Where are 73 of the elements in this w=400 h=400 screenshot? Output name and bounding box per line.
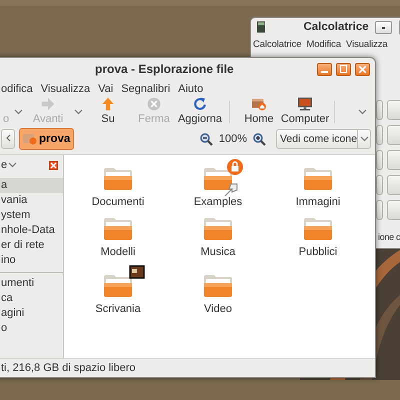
- toolbar-button[interactable]: Su: [85, 97, 131, 127]
- path-button[interactable]: prova: [19, 128, 74, 150]
- window-title: Calcolatrice: [303, 21, 369, 33]
- overflow-chevron-icon: [358, 109, 366, 115]
- menu-item[interactable]: Visualizza: [40, 82, 90, 94]
- calculator-key[interactable]: [376, 125, 383, 145]
- close-button[interactable]: [355, 62, 370, 76]
- folder-icon: [303, 167, 333, 191]
- folder-icon: [203, 167, 233, 191]
- chevron-down-icon: [8, 162, 18, 168]
- chevron-down-icon: [14, 109, 22, 115]
- minimize-button[interactable]: [317, 62, 332, 76]
- status-text: ione c: [378, 232, 400, 242]
- status-text: ti, 216,8 GB di spazio libero: [1, 362, 136, 374]
- file-name[interactable]: Immagini: [296, 196, 340, 208]
- toolbar-button[interactable]: Computer: [282, 97, 328, 127]
- menu-item[interactable]: odifica: [1, 82, 33, 94]
- sidebar-item[interactable]: er di rete: [0, 238, 63, 253]
- sidebar-title[interactable]: e: [1, 159, 8, 171]
- menu-item[interactable]: Modifica: [306, 39, 342, 50]
- calculator-key[interactable]: [376, 200, 383, 220]
- calculator-icon: [257, 21, 266, 33]
- folder-icon: [203, 217, 233, 241]
- menu-item[interactable]: Segnalibri: [121, 82, 170, 94]
- sidebar-item[interactable]: ca: [0, 291, 63, 306]
- file-name[interactable]: Video: [204, 303, 232, 315]
- sidebar-item[interactable]: o: [0, 321, 63, 336]
- chevron-left-icon: [6, 134, 10, 142]
- sidebar-item[interactable]: vania: [0, 193, 63, 208]
- calculator-key[interactable]: [376, 175, 383, 195]
- chevron-down-icon: [360, 136, 369, 142]
- close-icon: [359, 66, 366, 72]
- file-name[interactable]: Documenti: [92, 196, 144, 208]
- chevron-down-icon: [74, 109, 82, 115]
- view-dropdown[interactable]: Vedi come icone: [276, 129, 371, 149]
- zoom-level: 100%: [218, 133, 247, 145]
- file-name[interactable]: Musica: [200, 246, 236, 258]
- lock-icon: [227, 159, 243, 175]
- minimize-button[interactable]: [374, 20, 392, 34]
- toolbar-button[interactable]: Home: [236, 97, 282, 127]
- folder-icon: [103, 217, 133, 241]
- link-arrow-icon: [224, 183, 238, 197]
- maximize-button[interactable]: [336, 62, 351, 76]
- sidebar-item[interactable]: nhole-Data: [0, 223, 63, 238]
- maximize-icon: [340, 65, 347, 73]
- toolbar-button[interactable]: Aggiorna: [177, 97, 223, 127]
- sidebar-item[interactable]: ystem: [0, 208, 63, 223]
- calculator-key[interactable]: [376, 100, 383, 120]
- menu-item[interactable]: Calcolatrice: [253, 39, 302, 50]
- sidebar-item[interactable]: ino: [0, 253, 63, 268]
- file-name[interactable]: Modelli: [100, 246, 136, 258]
- sidebar-item[interactable]: umenti: [0, 276, 63, 291]
- close-button[interactable]: [49, 160, 58, 170]
- zoom-out-icon[interactable]: [200, 132, 213, 146]
- calculator-key[interactable]: [376, 150, 383, 170]
- file-name[interactable]: Scrivania: [95, 303, 141, 315]
- file-name[interactable]: Examples: [194, 196, 242, 208]
- menu-item[interactable]: Vai: [98, 82, 114, 94]
- menu-item[interactable]: Visualizza: [346, 39, 388, 50]
- folder-icon: [103, 167, 133, 191]
- window-title: prova - Esplorazione file: [95, 62, 234, 76]
- menu-item[interactable]: Aiuto: [178, 82, 204, 94]
- close-icon: [50, 162, 57, 168]
- sidebar-item[interactable]: agini: [0, 306, 63, 321]
- folder-icon: [303, 217, 333, 241]
- sidebar-item[interactable]: a: [0, 178, 63, 193]
- home-folder-icon: [23, 133, 37, 145]
- folder-icon: [103, 274, 133, 298]
- zoom-in-icon[interactable]: [253, 132, 266, 146]
- picture-emblem-icon: [129, 265, 145, 279]
- back-button[interactable]: [1, 129, 15, 149]
- folder-icon: [203, 274, 233, 298]
- file-name[interactable]: Pubblici: [298, 246, 338, 258]
